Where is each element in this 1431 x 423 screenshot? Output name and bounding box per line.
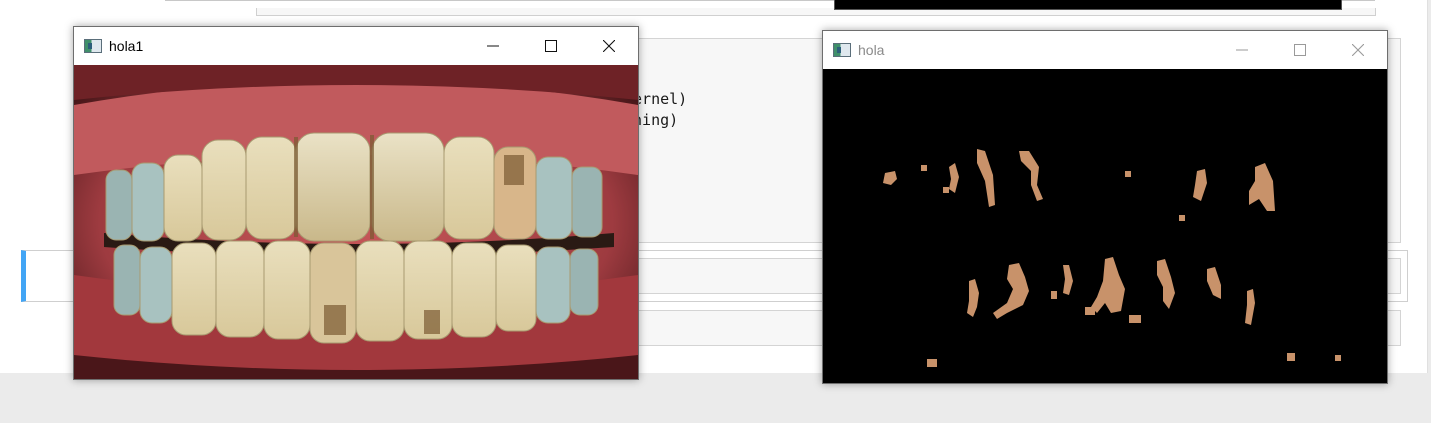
title-bar[interactable]: hola1 [74, 27, 638, 65]
window-title: hola1 [109, 38, 144, 54]
window-title: hola [858, 42, 885, 58]
maximize-icon [545, 40, 557, 52]
segmentation-mask [823, 69, 1387, 383]
close-button[interactable] [580, 27, 638, 65]
maximize-button[interactable] [522, 27, 580, 65]
close-button[interactable] [1329, 31, 1387, 69]
minimize-button[interactable] [1213, 31, 1271, 69]
background-image-window[interactable] [834, 0, 1342, 10]
window-hola1[interactable]: hola1 [73, 26, 639, 380]
image-view [74, 65, 638, 379]
close-icon [603, 40, 615, 52]
minimize-icon [487, 45, 499, 47]
window-controls [464, 27, 638, 65]
image-view [823, 69, 1387, 383]
app-icon [833, 43, 851, 57]
title-bar[interactable]: hola [823, 31, 1387, 69]
close-icon [1352, 44, 1364, 56]
maximize-button[interactable] [1271, 31, 1329, 69]
minimize-button[interactable] [464, 27, 522, 65]
window-hola[interactable]: hola [822, 30, 1388, 384]
teeth-photo [74, 65, 638, 379]
maximize-icon [1294, 44, 1306, 56]
app-icon [84, 39, 102, 53]
minimize-icon [1236, 49, 1248, 51]
window-controls [1213, 31, 1387, 69]
